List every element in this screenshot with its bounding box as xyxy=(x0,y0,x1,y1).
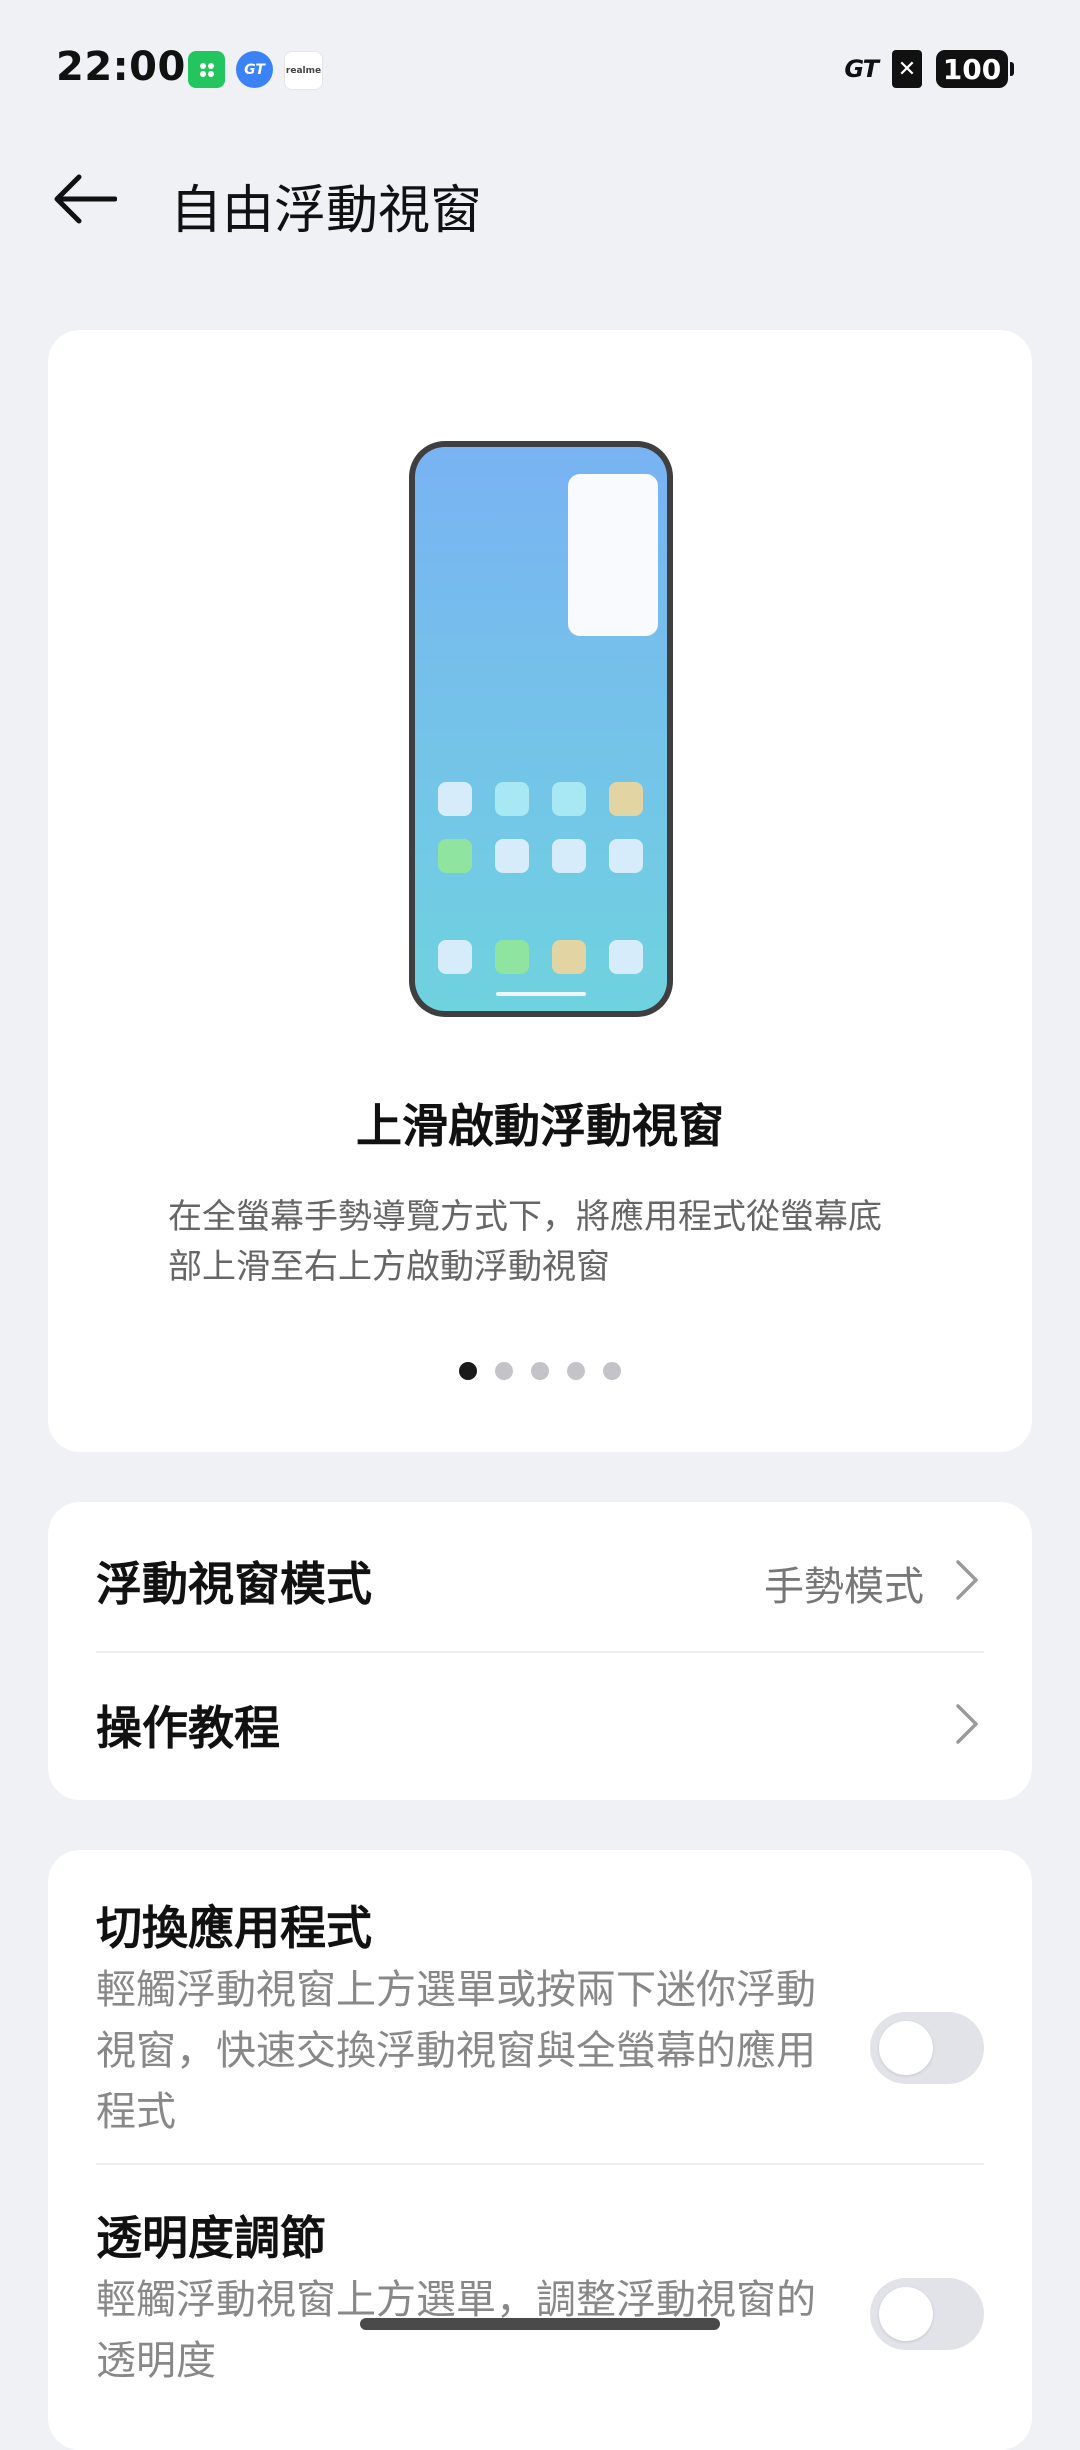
carousel-title: 上滑啟動浮動視窗 xyxy=(356,1099,724,1153)
tutorial-label: 操作教程 xyxy=(96,1701,280,1755)
floating-mode-label: 浮動視窗模式 xyxy=(96,1557,372,1611)
switch-apps-label: 切換應用程式 xyxy=(96,1901,372,1955)
sim-icon: ✕ xyxy=(892,50,922,88)
gt-mode-icon: GT xyxy=(844,55,879,83)
battery-icon: 100 xyxy=(936,50,1014,88)
toggle-settings-card: 切換應用程式 輕觸浮動視窗上方選單或按兩下迷你浮動視窗，快速交換浮動視窗與全螢幕… xyxy=(48,1850,1032,2450)
switch-apps-row[interactable]: 切換應用程式 輕觸浮動視窗上方選單或按兩下迷你浮動視窗，快速交換浮動視窗與全螢幕… xyxy=(96,1892,984,2150)
page-dot[interactable] xyxy=(603,1362,621,1380)
app-header: 自由浮動視窗 xyxy=(0,150,1080,250)
floating-mode-value: 手勢模式 xyxy=(764,1564,924,1610)
back-button[interactable] xyxy=(44,164,124,234)
mode-settings-card: 浮動視窗模式 手勢模式 操作教程 xyxy=(48,1502,1032,1800)
switch-apps-toggle[interactable] xyxy=(870,2012,984,2084)
tutorial-carousel[interactable]: 上滑啟動浮動視窗 在全螢幕手勢導覽方式下，將應用程式從螢幕底部上滑至右上方啟動浮… xyxy=(48,330,1032,1452)
transparency-label: 透明度調節 xyxy=(96,2211,326,2265)
toggle-knob xyxy=(879,2021,933,2075)
chevron-right-icon xyxy=(956,1704,978,1744)
status-bar: 22:00 GT realme GT ✕ 100 xyxy=(0,0,1080,140)
phone-illustration xyxy=(409,441,673,1017)
switch-apps-description: 輕觸浮動視窗上方選單或按兩下迷你浮動視窗，快速交換浮動視窗與全螢幕的應用程式 xyxy=(96,1967,816,2135)
status-time: 22:00 xyxy=(56,44,186,90)
page-indicator[interactable] xyxy=(48,1362,1032,1380)
floating-mode-row[interactable]: 浮動視窗模式 手勢模式 xyxy=(96,1544,984,1616)
divider xyxy=(96,2163,984,2165)
page-dot[interactable] xyxy=(495,1362,513,1380)
tutorial-row[interactable]: 操作教程 xyxy=(96,1688,984,1760)
system-icons: GT ✕ 100 xyxy=(844,50,1014,88)
notification-icons: GT realme xyxy=(188,51,323,90)
transparency-description: 輕觸浮動視窗上方選單，調整浮動視窗的透明度 xyxy=(96,2277,816,2384)
divider xyxy=(96,1651,984,1653)
page-dot[interactable] xyxy=(459,1362,477,1380)
page-dot[interactable] xyxy=(567,1362,585,1380)
back-arrow-icon xyxy=(54,174,117,224)
page-dot[interactable] xyxy=(531,1362,549,1380)
toggle-knob xyxy=(879,2287,933,2341)
chevron-right-icon xyxy=(956,1560,978,1600)
realme-icon: realme xyxy=(284,51,323,90)
gt-icon: GT xyxy=(236,51,273,88)
transparency-toggle[interactable] xyxy=(870,2278,984,2350)
home-indicator[interactable] xyxy=(360,2318,720,2330)
page-title: 自由浮動視窗 xyxy=(170,181,483,241)
store-icon xyxy=(188,51,225,88)
carousel-description: 在全螢幕手勢導覽方式下，將應用程式從螢幕底部上滑至右上方啟動浮動視窗 xyxy=(168,1197,882,1287)
